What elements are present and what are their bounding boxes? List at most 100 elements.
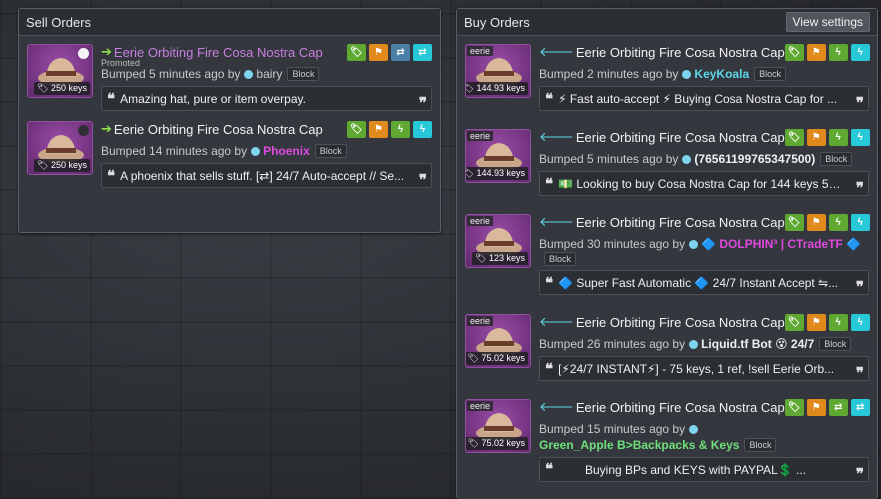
trade-offer-button[interactable]: ⇄ <box>391 44 410 61</box>
buy-arrow-icon: 🡐 <box>539 314 574 329</box>
instant-buy-button[interactable]: ϟ <box>391 121 410 138</box>
block-button[interactable]: Block <box>819 337 852 351</box>
quick-trade-button[interactable]: ϟ <box>850 44 870 61</box>
block-button[interactable]: Block <box>314 144 347 158</box>
view-settings-button[interactable]: View settings <box>785 12 870 32</box>
listing-actions: 🏷 ⚑ ⇄ ⇄ <box>784 399 870 416</box>
instant-buy-button[interactable]: ϟ <box>828 214 848 231</box>
listing-title[interactable]: 🡐 Eerie Orbiting Fire Cosa Nostra Cap <box>539 214 785 230</box>
price-tag-button[interactable]: 🏷 <box>784 399 804 416</box>
item-thumbnail[interactable]: eerie 🏷 144.93 keys <box>465 44 531 98</box>
buy-orders-header: Buy Orders View settings <box>457 9 877 36</box>
quality-tag: eerie <box>467 46 494 56</box>
sell-orders-panel: Sell Orders 🏷 250 keys ➔ Eerie Orbiting … <box>18 8 441 233</box>
instant-buy-button[interactable]: ϟ <box>828 129 848 146</box>
bump-text: Bumped 5 minutes ago by <box>539 152 679 166</box>
price-tag-button[interactable]: 🏷 <box>784 44 804 61</box>
report-flag-button[interactable]: ⚑ <box>806 214 826 231</box>
comment-text: 💵 Looking to buy Cosa Nostra Cap for 144… <box>558 176 846 191</box>
block-button[interactable]: Block <box>754 67 787 81</box>
bump-info: Bumped 15 minutes ago by Green_Apple B>B… <box>539 421 869 453</box>
quick-trade-button[interactable]: ⇄ <box>413 44 432 61</box>
listing-title[interactable]: 🡐 Eerie Orbiting Fire Cosa Nostra Cap <box>539 44 785 60</box>
item-thumbnail[interactable]: eerie 🏷 75.02 keys <box>465 314 531 368</box>
sell-arrow-icon: ➔ <box>101 121 112 136</box>
price-tag-button[interactable]: 🏷 <box>347 44 366 61</box>
listing-title[interactable]: 🡐 Eerie Orbiting Fire Cosa Nostra Cap <box>539 399 785 415</box>
listing-comment: ❝ Buying BPs and KEYS with PAYPAL💲 ... ❞ <box>539 457 869 482</box>
item-thumbnail[interactable]: eerie 🏷 144.93 keys <box>465 129 531 183</box>
listing-title-text[interactable]: Eerie Orbiting Fire Cosa Nostra Cap <box>576 130 785 145</box>
sell-orders-header: Sell Orders <box>19 9 440 36</box>
quick-trade-button[interactable]: ϟ <box>850 214 870 231</box>
price-text: 123 keys <box>488 253 525 263</box>
user-link[interactable]: 🔷 DOLPHIN³ | CTradeTF 🔷 <box>701 236 861 252</box>
report-flag-button[interactable]: ⚑ <box>806 129 826 146</box>
report-flag-button[interactable]: ⚑ <box>806 314 826 331</box>
block-button[interactable]: Block <box>287 67 320 81</box>
listing-title-text[interactable]: Eerie Orbiting Fire Cosa Nostra Cap <box>576 315 785 330</box>
listing-title-text[interactable]: Eerie Orbiting Fire Cosa Nostra Cap <box>576 215 785 230</box>
close-quote-icon: ❞ <box>418 171 427 188</box>
report-flag-button[interactable]: ⚑ <box>806 44 826 61</box>
user-link[interactable]: Liquid.tf Bot 😵 24/7 <box>701 336 814 352</box>
bump-info: Bumped 26 minutes ago by Liquid.tf Bot 😵… <box>539 336 869 352</box>
user-link[interactable]: Phoenix <box>263 143 310 159</box>
user-status-dot <box>682 154 692 164</box>
comment-text: 🔷 Super Fast Automatic 🔷 24/7 Instant Ac… <box>558 275 839 290</box>
block-button[interactable]: Block <box>544 252 577 266</box>
item-thumbnail[interactable]: 🏷 250 keys <box>27 44 93 98</box>
user-link[interactable]: Green_Apple B>Backpacks & Keys <box>539 437 739 453</box>
listing-title-text[interactable]: Eerie Orbiting Fire Cosa Nostra Cap <box>114 45 323 60</box>
user-link[interactable]: KeyKoala <box>694 66 749 82</box>
open-quote-icon: ❝ <box>545 273 554 292</box>
listing-title[interactable]: 🡐 Eerie Orbiting Fire Cosa Nostra Cap <box>539 129 785 145</box>
listing-title-text[interactable]: Eerie Orbiting Fire Cosa Nostra Cap <box>114 122 323 137</box>
comment-text: ⚡ Fast auto-accept ⚡ Buying Cosa Nostra … <box>558 91 838 106</box>
user-link[interactable]: bairy <box>256 66 282 82</box>
listing-title[interactable]: ➔ Eerie Orbiting Fire Cosa Nostra Cap <box>101 121 323 137</box>
item-thumbnail[interactable]: 🏷 250 keys <box>27 121 93 175</box>
quality-tag: eerie <box>467 131 494 141</box>
price-tag-button[interactable]: 🏷 <box>347 121 366 138</box>
user-link[interactable]: (76561199765347500) <box>694 151 815 167</box>
listing-comment: ❝ [⚡24/7 INSTANT⚡] - 75 keys, 1 ref, !se… <box>539 356 869 381</box>
price-text: 144.93 keys <box>476 83 525 93</box>
listing-actions: 🏷 ⚑ ⇄ ⇄ <box>347 44 432 61</box>
buy-listing: eerie 🏷 75.02 keys 🡐 Eerie Orbiting Fire… <box>465 314 870 399</box>
listing-title-text[interactable]: Eerie Orbiting Fire Cosa Nostra Cap <box>576 400 785 415</box>
buy-arrow-icon: 🡐 <box>539 129 574 144</box>
block-button[interactable]: Block <box>744 438 777 452</box>
listing-comment: ❝ A phoenix that sells stuff. [⇄] 24/7 A… <box>101 163 432 188</box>
comment-text: Amazing hat, pure or item overpay. <box>120 91 306 106</box>
user-status-dot <box>682 69 692 79</box>
trade-offer-button[interactable]: ⇄ <box>828 399 848 416</box>
bump-text: Bumped 14 minutes ago by <box>101 144 248 158</box>
price-text: 75.02 keys <box>481 438 525 448</box>
price-tag-button[interactable]: 🏷 <box>784 129 804 146</box>
report-flag-button[interactable]: ⚑ <box>369 44 388 61</box>
report-flag-button[interactable]: ⚑ <box>369 121 388 138</box>
user-status-dot <box>689 424 699 434</box>
quick-trade-button[interactable]: ϟ <box>850 129 870 146</box>
bump-info: Bumped 14 minutes ago by Phoenix Block <box>101 143 432 159</box>
price-text: 144.93 keys <box>476 168 525 178</box>
report-flag-button[interactable]: ⚑ <box>806 399 826 416</box>
listing-title-text[interactable]: Eerie Orbiting Fire Cosa Nostra Cap <box>576 45 785 60</box>
comment-text: [⚡24/7 INSTANT⚡] - 75 keys, 1 ref, !sell… <box>558 361 835 376</box>
item-thumbnail[interactable]: eerie 🏷 75.02 keys <box>465 399 531 453</box>
instant-buy-button[interactable]: ϟ <box>828 44 848 61</box>
price-tag: 🏷 144.93 keys <box>466 167 528 180</box>
bump-text: Bumped 5 minutes ago by <box>101 67 241 81</box>
quick-trade-button[interactable]: ϟ <box>413 121 432 138</box>
quick-trade-button[interactable]: ϟ <box>850 314 870 331</box>
bump-text: Bumped 15 minutes ago by <box>539 422 686 436</box>
price-tag-button[interactable]: 🏷 <box>784 214 804 231</box>
block-button[interactable]: Block <box>820 152 853 166</box>
price-text: 250 keys <box>50 160 87 170</box>
price-tag-button[interactable]: 🏷 <box>784 314 804 331</box>
item-thumbnail[interactable]: eerie 🏷 123 keys <box>465 214 531 268</box>
instant-buy-button[interactable]: ϟ <box>828 314 848 331</box>
quick-trade-button[interactable]: ⇄ <box>850 399 870 416</box>
listing-title[interactable]: 🡐 Eerie Orbiting Fire Cosa Nostra Cap <box>539 314 785 330</box>
